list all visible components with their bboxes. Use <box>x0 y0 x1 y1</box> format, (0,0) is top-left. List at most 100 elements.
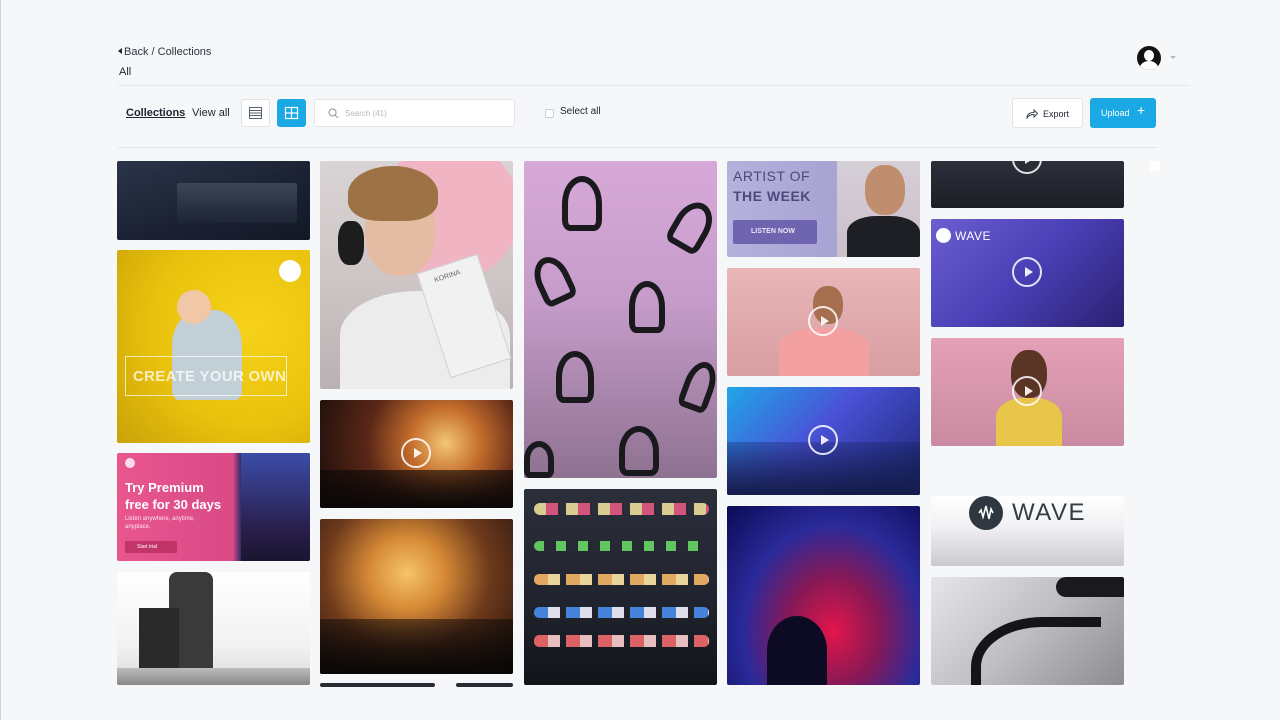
premium-subtitle-line-2: anyplace. <box>125 524 151 530</box>
asset-tile-wave-logo[interactable]: WAVE <box>931 496 1124 566</box>
asset-tile-floating-headphones[interactable] <box>524 161 717 478</box>
headphone-shape <box>619 426 659 476</box>
button-row-lights <box>534 607 709 618</box>
asset-tile-partial-bottom-b[interactable] <box>456 683 513 687</box>
premium-subtitle-line-1: Listen anywhere, anytime, <box>125 516 195 522</box>
premium-title-line-1: Try Premium <box>125 480 204 495</box>
toolbar: Collections View all Select all Export U… <box>118 98 1158 148</box>
premium-title-line-2: free for 30 days <box>125 497 222 512</box>
headphone-shape <box>629 281 665 333</box>
sound-wave-icon <box>978 505 994 520</box>
current-collection-title: All <box>119 66 132 78</box>
brand-logo-badge <box>279 260 301 282</box>
back-arrow-icon <box>118 48 122 54</box>
asset-tile-artist-of-the-week[interactable]: ARTIST OF THE WEEK LISTEN NOW <box>727 161 920 257</box>
list-view-button[interactable] <box>241 99 270 127</box>
amplifier <box>139 608 179 674</box>
button-row-lights <box>534 503 709 515</box>
girl-hair <box>348 166 438 221</box>
floor-shadow <box>117 668 310 685</box>
dancer-head <box>177 290 211 324</box>
avatar-body-shape <box>1140 61 1158 70</box>
premium-cta-button: Start trial <box>125 541 177 553</box>
equipment-shape <box>177 183 297 223</box>
scrollbar-thumb[interactable] <box>1150 161 1160 171</box>
play-icon <box>1012 257 1042 287</box>
asset-tile-neon-silhouette[interactable] <box>727 506 920 685</box>
play-icon <box>1012 376 1042 406</box>
tab-view-all[interactable]: View all <box>192 107 230 119</box>
asset-tile-guitarist[interactable] <box>117 572 310 685</box>
asset-tile-try-premium[interactable]: Try Premium free for 30 days Listen anyw… <box>117 453 310 561</box>
brand-logo-badge <box>125 458 135 468</box>
play-icon <box>1012 161 1042 174</box>
play-icon <box>401 438 431 468</box>
crowd-silhouette <box>320 619 513 674</box>
button-row-lights <box>534 635 709 647</box>
back-link[interactable]: Back / Collections <box>118 46 211 58</box>
headphone-shape <box>527 251 579 309</box>
play-icon <box>808 425 838 455</box>
user-avatar[interactable] <box>1137 46 1161 70</box>
asset-tile-stage-equipment[interactable] <box>117 161 310 240</box>
list-view-icon <box>249 107 262 119</box>
avatar-head-shape <box>1144 50 1154 61</box>
headphone-shape <box>338 221 364 265</box>
artist-line-2: THE WEEK <box>733 188 811 204</box>
asset-tile-girl-headphones-video[interactable] <box>931 338 1124 446</box>
asset-tile-concert-crowd[interactable] <box>320 519 513 674</box>
cable-silhouette <box>971 617 1101 685</box>
chevron-down-icon[interactable] <box>1170 56 1176 59</box>
artist-face <box>865 165 905 215</box>
select-all-label[interactable]: Select all <box>560 106 601 117</box>
button-row-lights <box>534 541 709 551</box>
export-button[interactable]: Export <box>1012 98 1083 128</box>
wave-logo-mark <box>936 228 951 243</box>
headphone-shape <box>663 195 717 257</box>
headphone-shape <box>676 357 717 415</box>
search-field <box>314 99 515 127</box>
button-row-lights <box>534 574 709 585</box>
headphone-shape <box>556 351 594 403</box>
asset-tile-dj-deck-video[interactable] <box>727 387 920 495</box>
play-icon <box>808 306 838 336</box>
grid-view-icon <box>284 106 299 120</box>
select-all-checkbox[interactable] <box>545 109 554 118</box>
window-edge <box>0 0 1 720</box>
asset-tile-stage-video-top[interactable] <box>931 161 1124 208</box>
headphone-shape <box>524 441 554 478</box>
artist-line-1: ARTIST OF <box>733 168 811 184</box>
top-bar: Back / Collections All <box>118 46 1190 86</box>
artist-cta-label: LISTEN NOW <box>751 228 795 235</box>
upload-button[interactable]: Upload + <box>1090 98 1156 128</box>
magazine-title: KORINA <box>433 269 462 285</box>
grid-view-button[interactable] <box>277 99 306 127</box>
back-label: Back / Collections <box>124 46 212 58</box>
asset-tile-mixer-lights[interactable] <box>524 489 717 685</box>
concert-photo <box>241 453 310 561</box>
asset-tile-headphone-girl[interactable]: KORINA <box>320 161 513 389</box>
asset-tile-concert-video-1[interactable] <box>320 400 513 508</box>
create-your-own-text: CREATE YOUR OWN <box>133 368 287 385</box>
share-icon <box>1026 109 1038 119</box>
person-silhouette <box>767 616 827 685</box>
asset-tile-wave-mixer-video[interactable]: WAVE <box>931 219 1124 327</box>
upload-label: Upload <box>1101 108 1130 118</box>
asset-tile-partial-bottom-a[interactable] <box>320 683 435 687</box>
mic-silhouette <box>1056 577 1124 597</box>
tab-collections[interactable]: Collections <box>126 107 185 119</box>
crowd-silhouette <box>320 470 513 508</box>
wave-logo-mark <box>969 496 1003 530</box>
asset-tile-create-your-own[interactable]: CREATE YOUR OWN <box>117 250 310 443</box>
asset-tile-confetti-girl-video[interactable] <box>727 268 920 376</box>
wave-large-label: WAVE <box>1012 499 1087 526</box>
search-input[interactable] <box>345 104 505 122</box>
plus-icon: + <box>1137 102 1146 118</box>
artist-cta-button: LISTEN NOW <box>733 220 817 244</box>
artist-shirt <box>847 216 920 257</box>
headphone-shape <box>562 176 602 231</box>
wave-small-label: WAVE <box>955 229 992 243</box>
export-label: Export <box>1043 109 1070 119</box>
asset-tile-microphone-cable[interactable] <box>931 577 1124 685</box>
premium-cta-label: Start trial <box>137 544 158 550</box>
